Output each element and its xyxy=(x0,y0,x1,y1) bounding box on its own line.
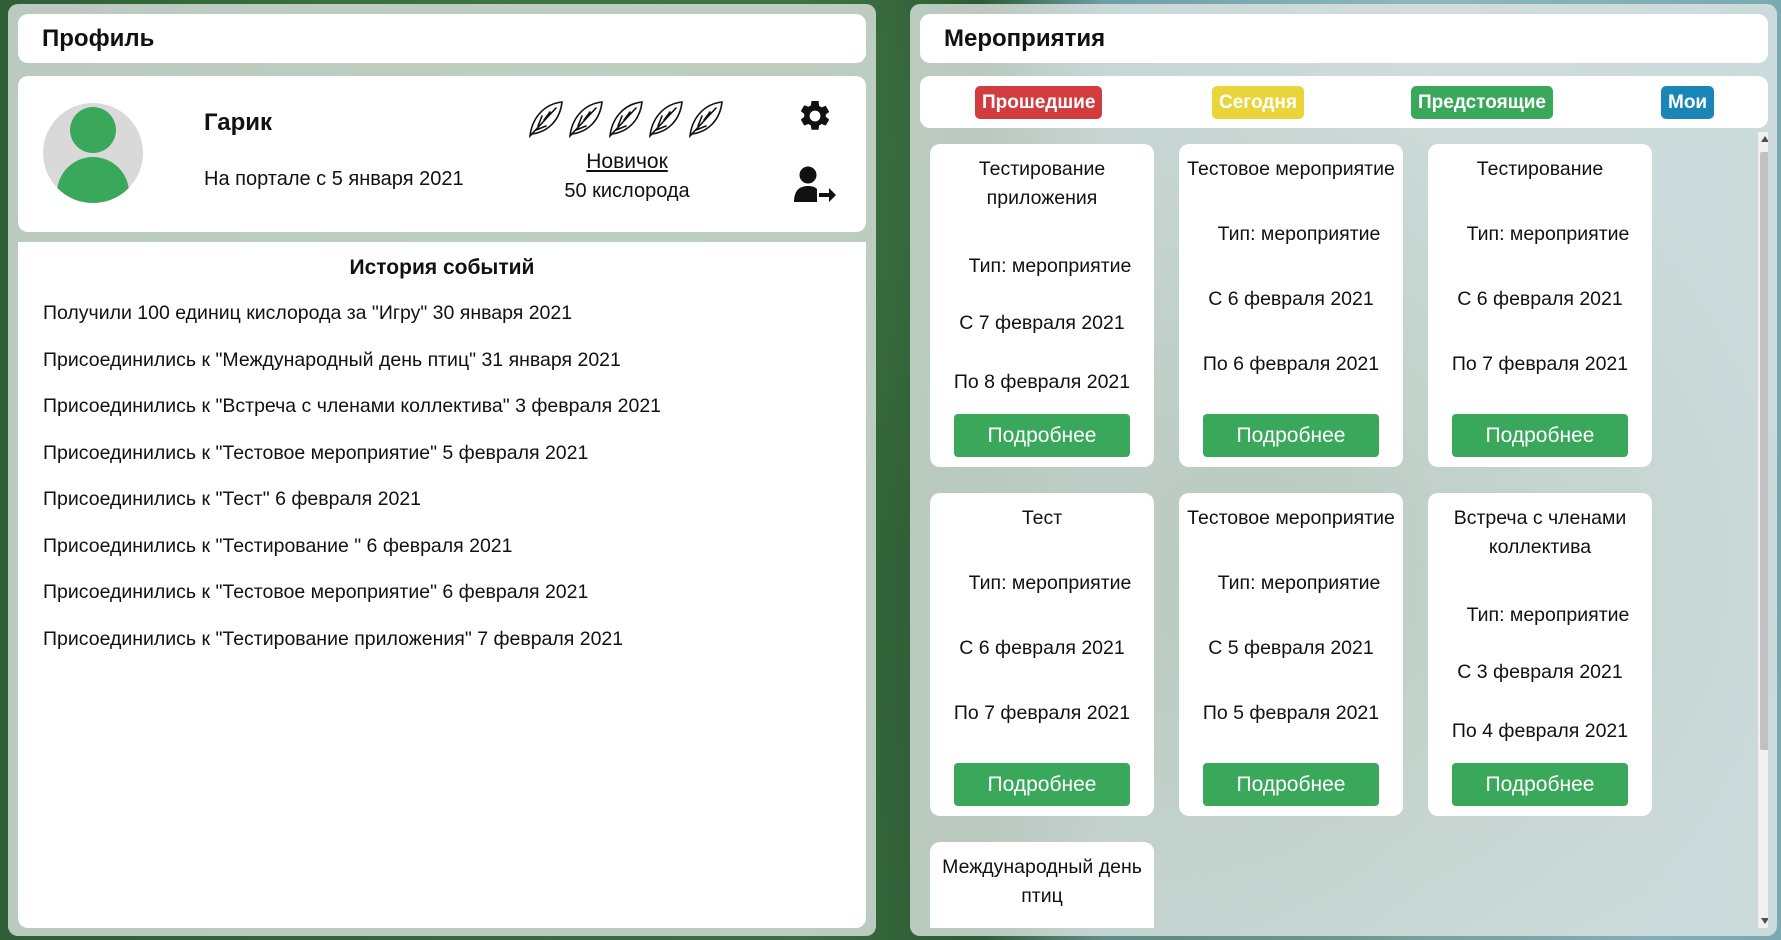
event-card: Тестовое мероприятие Тип: мероприятие С … xyxy=(1179,493,1403,816)
scroll-down-icon[interactable] xyxy=(1761,918,1768,924)
user-logout-icon[interactable] xyxy=(793,164,837,204)
event-start-date: С 6 февраля 2021 xyxy=(1457,288,1623,310)
event-start-date: С 6 февраля 2021 xyxy=(959,637,1125,659)
event-card: Тестирование Тип: мероприятие С 6 феврал… xyxy=(1428,144,1652,467)
filter-past-button[interactable]: Прошедшие xyxy=(975,86,1103,119)
history-item: Присоединились к "Международный день пти… xyxy=(43,348,621,371)
event-type: Тип: мероприятие xyxy=(1466,223,1630,245)
scroll-up-icon[interactable] xyxy=(1761,136,1768,142)
filter-today-button[interactable]: Сегодня xyxy=(1212,86,1304,119)
filter-mine-button[interactable]: Мои xyxy=(1661,86,1715,119)
event-type: Тип: мероприятие xyxy=(968,572,1132,594)
history-item: Присоединились к "Встреча с членами колл… xyxy=(43,395,662,417)
leaf-icon xyxy=(528,101,563,139)
event-card: Тест Тип: мероприятие С 6 февраля 2021 П… xyxy=(930,493,1154,816)
leaf-icon xyxy=(568,101,603,139)
events-title: Мероприятия xyxy=(944,24,1106,52)
event-title: Тестовое мероприятие xyxy=(1187,158,1395,180)
event-title: Тестирование xyxy=(1476,158,1604,180)
event-start-date: С 5 февраля 2021 xyxy=(1208,637,1374,659)
event-end-date: По 8 февраля 2021 xyxy=(953,371,1131,393)
event-type: Тип: мероприятие xyxy=(1217,572,1381,594)
event-start-date: С 7 февраля 2021 xyxy=(959,312,1125,334)
event-history-card: История событий Получили 100 единиц кисл… xyxy=(18,242,866,928)
gear-icon[interactable] xyxy=(797,98,833,134)
event-card: Международный день птиц xyxy=(930,842,1154,928)
history-item: Присоединились к "Тестовое мероприятие" … xyxy=(43,441,589,464)
event-type: Тип: мероприятие xyxy=(968,255,1132,277)
profile-header: Профиль xyxy=(18,14,866,63)
event-end-date: По 5 февраля 2021 xyxy=(1202,702,1380,724)
event-details-button[interactable]: Подробнее xyxy=(1203,763,1379,806)
filter-upcoming-button[interactable]: Предстоящие xyxy=(1411,86,1553,119)
user-avatar xyxy=(43,103,143,203)
scrollbar-thumb[interactable] xyxy=(1760,152,1768,750)
events-filter-bar: Прошедшие Сегодня Предстоящие Мои xyxy=(920,76,1768,128)
event-details-button[interactable]: Подробнее xyxy=(954,414,1130,457)
event-title: Тестовое мероприятие xyxy=(1187,507,1395,529)
event-end-date: По 6 февраля 2021 xyxy=(1202,353,1380,375)
history-item: Присоединились к "Тестовое мероприятие" … xyxy=(43,581,589,603)
events-scrollbar[interactable] xyxy=(1758,132,1768,928)
event-start-date: С 3 февраля 2021 xyxy=(1457,661,1623,683)
event-end-date: По 4 февраля 2021 xyxy=(1451,720,1629,742)
history-item: Присоединились к "Тестирование приложени… xyxy=(43,627,624,650)
events-panel: Мероприятия Прошедшие Сегодня Предстоящи… xyxy=(910,4,1777,936)
oxygen-count: 50 кислорода xyxy=(564,180,690,202)
user-rank-link[interactable]: Новичок xyxy=(528,150,726,174)
event-end-date: По 7 февраля 2021 xyxy=(953,702,1131,724)
event-title: Тест xyxy=(1021,507,1063,529)
event-card: Тестовое мероприятие Тип: мероприятие С … xyxy=(1179,144,1403,467)
event-title: Международный день птиц xyxy=(942,856,1142,907)
event-details-button[interactable]: Подробнее xyxy=(1452,763,1628,806)
leaf-rating xyxy=(526,98,726,140)
user-registration-date: На портале с 5 января 2021 xyxy=(204,168,464,190)
profile-card: Гарик На портале с 5 января 2021 Новичок… xyxy=(18,76,866,232)
event-card: Тестирование приложения Тип: мероприятие… xyxy=(930,144,1154,467)
user-name: Гарик xyxy=(204,109,273,136)
events-grid[interactable]: Тестирование приложения Тип: мероприятие… xyxy=(920,132,1768,928)
event-details-button[interactable]: Подробнее xyxy=(954,763,1130,806)
event-details-button[interactable]: Подробнее xyxy=(1452,414,1628,457)
history-item: Получили 100 единиц кислорода за "Игру" … xyxy=(43,302,573,324)
event-card: Встреча с членами коллектива Тип: меропр… xyxy=(1428,493,1652,816)
leaf-icon xyxy=(688,101,723,139)
event-title: Встреча с членами коллектива xyxy=(1453,507,1627,558)
profile-panel: Профиль Гарик На портале с 5 января 2021… xyxy=(8,4,876,936)
event-title: Тестирование приложения xyxy=(978,158,1106,209)
leaf-icon xyxy=(648,101,683,139)
history-list: Получили 100 единиц кислорода за "Игру" … xyxy=(18,298,866,670)
history-item: Присоединились к "Тестирование " 6 февра… xyxy=(43,534,513,557)
event-type: Тип: мероприятие xyxy=(1217,223,1381,245)
event-type: Тип: мероприятие xyxy=(1466,604,1630,626)
leaf-icon xyxy=(608,101,643,139)
event-details-button[interactable]: Подробнее xyxy=(1203,414,1379,457)
history-item: Присоединились к "Тест" 6 февраля 2021 xyxy=(43,488,422,510)
events-header: Мероприятия xyxy=(920,14,1768,63)
event-start-date: С 6 февраля 2021 xyxy=(1208,288,1374,310)
profile-title: Профиль xyxy=(42,24,155,52)
event-end-date: По 7 февраля 2021 xyxy=(1451,353,1629,375)
history-title: История событий xyxy=(349,256,535,279)
